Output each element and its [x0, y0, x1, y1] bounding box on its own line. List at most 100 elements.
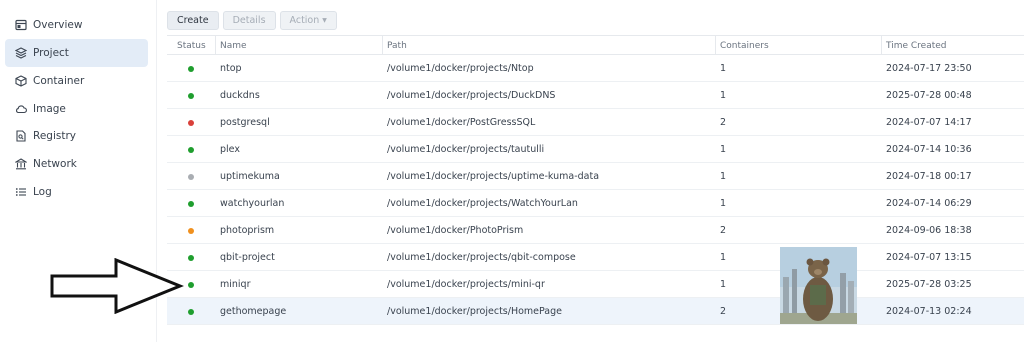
time-created-cell: 2025-07-28 03:25: [886, 279, 972, 290]
registry-icon: [15, 130, 27, 142]
time-created-cell: 2024-07-07 13:15: [886, 252, 972, 263]
sidebar-item-overview[interactable]: Overview: [5, 11, 148, 39]
name-cell: watchyourlan: [220, 198, 285, 209]
name-cell: ntop: [220, 63, 242, 74]
column-header-time-created[interactable]: Time Created: [881, 36, 1024, 55]
name-cell: qbit-project: [220, 252, 275, 263]
path-cell: /volume1/docker/PostGressSQL: [387, 117, 536, 128]
path-cell: /volume1/docker/projects/uptime-kuma-dat…: [387, 171, 600, 182]
path-cell: /volume1/docker/projects/qbit-compose: [387, 252, 576, 263]
table-row[interactable]: qbit-project/volume1/docker/projects/qbi…: [167, 244, 1024, 271]
table-row[interactable]: miniqr/volume1/docker/projects/mini-qr 1 2…: [167, 271, 1024, 298]
containers-cell: 1: [720, 144, 727, 155]
name-cell: photoprism: [220, 225, 275, 236]
status-dot-icon: [188, 65, 194, 72]
project-table: Status Name Path Containers Time Created…: [167, 35, 1024, 325]
table-row[interactable]: postgresql/volume1/docker/PostGressSQL 2 2…: [167, 109, 1024, 136]
path-cell: /volume1/docker/projects/DuckDNS: [387, 90, 556, 101]
sidebar-item-label: Network: [33, 158, 77, 170]
arrow-annotation: [50, 258, 184, 314]
status-cell: [188, 136, 218, 163]
sidebar-item-network[interactable]: Network: [5, 150, 148, 178]
status-cell: [188, 82, 218, 109]
project-icon: [15, 47, 27, 59]
details-button[interactable]: Details: [222, 11, 276, 30]
name-cell: duckdns: [220, 90, 260, 101]
containers-cell: 1: [720, 63, 727, 74]
sidebar-item-label: Registry: [33, 130, 76, 142]
column-header-status[interactable]: Status: [167, 36, 215, 55]
table-header: Status Name Path Containers Time Created: [167, 35, 1024, 55]
action-button-label: Action: [289, 15, 320, 26]
table-row[interactable]: plex/volume1/docker/projects/tautulli 1 20…: [167, 136, 1024, 163]
time-created-cell: 2024-07-18 00:17: [886, 171, 972, 182]
status-dot-icon: [188, 281, 194, 288]
name-cell: postgresql: [220, 117, 270, 128]
bear-thumbnail-image: [780, 247, 857, 324]
containers-cell: 1: [720, 171, 727, 182]
name-cell: uptimekuma: [220, 171, 280, 182]
table-body: ntop/volume1/docker/projects/Ntop 1 2024-0…: [167, 55, 1024, 325]
sidebar-item-log[interactable]: Log: [5, 178, 148, 206]
status-cell: [188, 190, 218, 217]
status-dot-icon: [188, 146, 194, 153]
column-header-name[interactable]: Name: [215, 36, 382, 55]
containers-cell: 2: [720, 225, 727, 236]
sidebar-item-label: Image: [33, 103, 66, 115]
toolbar: Create Details Action ▼: [167, 11, 337, 30]
caret-down-icon: ▼: [322, 17, 327, 24]
time-created-cell: 2024-07-13 02:24: [886, 306, 972, 317]
create-button[interactable]: Create: [167, 11, 219, 30]
status-cell: [188, 163, 218, 190]
container-icon: [15, 75, 27, 87]
status-cell: [188, 298, 218, 325]
containers-cell: 1: [720, 198, 727, 209]
time-created-cell: 2024-07-17 23:50: [886, 63, 972, 74]
network-icon: [15, 158, 27, 170]
table-row[interactable]: ntop/volume1/docker/projects/Ntop 1 2024-0…: [167, 55, 1024, 82]
status-dot-icon: [188, 173, 194, 180]
status-cell: [188, 217, 218, 244]
path-cell: /volume1/docker/projects/HomePage: [387, 306, 562, 317]
table-row[interactable]: duckdns/volume1/docker/projects/DuckDNS 1…: [167, 82, 1024, 109]
cloud-icon: [15, 103, 27, 115]
sidebar-item-container[interactable]: Container: [5, 67, 148, 95]
time-created-cell: 2024-07-14 10:36: [886, 144, 972, 155]
path-cell: /volume1/docker/projects/WatchYourLan: [387, 198, 578, 209]
table-row[interactable]: uptimekuma/volume1/docker/projects/uptim…: [167, 163, 1024, 190]
sidebar-item-image[interactable]: Image: [5, 95, 148, 123]
table-row[interactable]: gethomepage/volume1/docker/projects/Home…: [167, 298, 1024, 325]
status-dot-icon: [188, 92, 194, 99]
sidebar-item-registry[interactable]: Registry: [5, 122, 148, 150]
overview-icon: [15, 19, 27, 31]
list-icon: [15, 186, 27, 198]
column-header-path[interactable]: Path: [382, 36, 715, 55]
action-button[interactable]: Action ▼: [279, 11, 337, 30]
status-cell: [188, 55, 218, 82]
status-dot-icon: [188, 308, 194, 315]
sidebar-item-label: Overview: [33, 19, 83, 31]
containers-cell: 1: [720, 90, 727, 101]
status-dot-icon: [188, 227, 194, 234]
status-cell: [188, 109, 218, 136]
path-cell: /volume1/docker/projects/Ntop: [387, 63, 534, 74]
sidebar-item-label: Container: [33, 75, 85, 87]
time-created-cell: 2024-09-06 18:38: [886, 225, 972, 236]
time-created-cell: 2024-07-14 06:29: [886, 198, 972, 209]
path-cell: /volume1/docker/projects/tautulli: [387, 144, 545, 155]
name-cell: miniqr: [220, 279, 251, 290]
status-cell: [188, 271, 218, 298]
status-dot-icon: [188, 200, 194, 207]
sidebar-item-label: Log: [33, 186, 52, 198]
status-dot-icon: [188, 119, 194, 126]
time-created-cell: 2024-07-07 14:17: [886, 117, 972, 128]
time-created-cell: 2025-07-28 00:48: [886, 90, 972, 101]
path-cell: /volume1/docker/PhotoPrism: [387, 225, 524, 236]
path-cell: /volume1/docker/projects/mini-qr: [387, 279, 545, 290]
sidebar-item-project[interactable]: Project: [5, 39, 148, 67]
column-header-containers[interactable]: Containers: [715, 36, 881, 55]
table-row[interactable]: photoprism/volume1/docker/PhotoPrism 2 202…: [167, 217, 1024, 244]
sidebar-item-label: Project: [33, 47, 69, 59]
status-cell: [188, 244, 218, 271]
table-row[interactable]: watchyourlan/volume1/docker/projects/Wat…: [167, 190, 1024, 217]
